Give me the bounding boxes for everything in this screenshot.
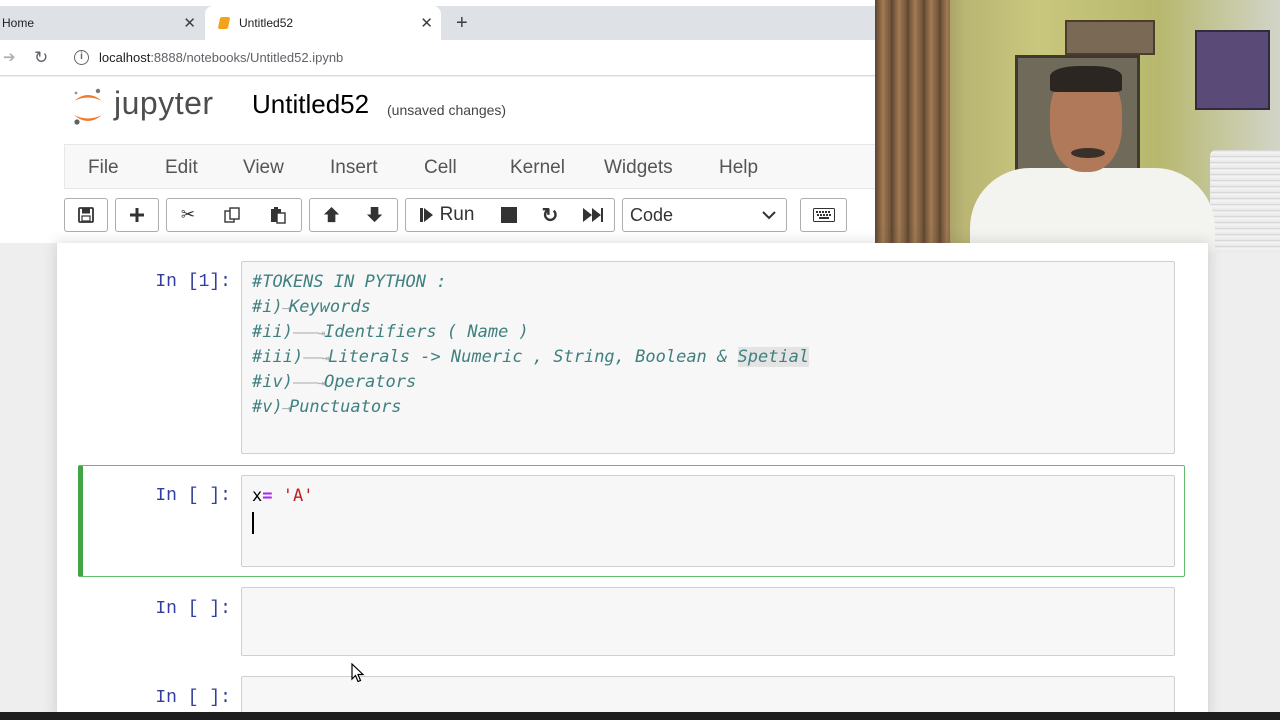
screen: Home ✕ Untitled52 ✕ + ➔ ↻ i localhost:88… — [0, 0, 1280, 720]
air-cooler — [1210, 150, 1280, 252]
menu-view[interactable]: View — [243, 157, 284, 179]
menu-widgets[interactable]: Widgets — [604, 157, 673, 179]
scissors-icon: ✂ — [180, 205, 196, 224]
interrupt-button[interactable] — [488, 198, 530, 232]
close-icon[interactable]: ✕ — [420, 14, 433, 32]
menu-cell[interactable]: Cell — [424, 157, 457, 179]
code-line-x: x= 'A' — [252, 486, 314, 506]
toolbar: ✂ Run ↻ Code — [0, 190, 875, 243]
cell-3-prompt: In [ ]: — [155, 599, 231, 619]
run-label: Run — [439, 204, 475, 225]
curtain — [875, 0, 950, 252]
menu-file[interactable]: File — [88, 157, 119, 179]
menu-edit[interactable]: Edit — [165, 157, 198, 179]
stop-icon — [500, 207, 517, 223]
restart-icon: ↻ — [541, 204, 559, 227]
reload-icon[interactable]: ↻ — [34, 48, 48, 68]
cell-4-prompt: In [ ]: — [155, 688, 231, 708]
save-button[interactable] — [64, 198, 108, 232]
menu-kernel[interactable]: Kernel — [510, 157, 565, 179]
move-down-button[interactable] — [353, 198, 398, 232]
url-host: localhost — [99, 50, 151, 65]
cell-1-prompt: In [1]: — [155, 272, 231, 292]
tab-home[interactable]: Home ✕ — [0, 6, 204, 40]
browser-tab-bar: Home ✕ Untitled52 ✕ + — [0, 6, 875, 40]
webcam-overlay — [875, 0, 1280, 252]
new-tab-plus-icon[interactable]: + — [456, 6, 468, 40]
tab-untitled52[interactable]: Untitled52 ✕ — [205, 6, 441, 40]
cell-1-input[interactable]: #TOKENS IN PYTHON : #i)⟶Keywords #ii)───… — [241, 261, 1175, 454]
restart-run-all-button[interactable] — [571, 198, 615, 232]
move-up-button[interactable] — [309, 198, 354, 232]
save-icon — [78, 207, 94, 223]
notebook-container: In [1]: #TOKENS IN PYTHON : #i)⟶Keywords… — [57, 243, 1208, 720]
keyboard-icon — [812, 208, 835, 222]
cell-type-value: Code — [630, 204, 674, 225]
jupyter-wordmark: jupyter — [114, 85, 214, 121]
code-line-1: #TOKENS IN PYTHON : — [252, 272, 447, 292]
text-cursor — [252, 512, 254, 534]
url-field[interactable]: localhost:8888/notebooks/Untitled52.ipyn… — [99, 50, 343, 65]
menubar: File Edit View Insert Cell Kernel Widget… — [0, 144, 875, 190]
cell-2-input[interactable]: x= 'A' — [241, 475, 1175, 567]
cell-3-input[interactable] — [241, 587, 1175, 656]
save-status: (unsaved changes) — [387, 102, 507, 118]
arrow-down-icon — [366, 206, 383, 223]
cut-button[interactable]: ✂ — [166, 198, 210, 232]
presenter-shirt — [970, 168, 1215, 252]
copy-icon — [224, 207, 240, 223]
menu-help[interactable]: Help — [719, 157, 758, 179]
wall-photo — [1065, 20, 1155, 55]
url-path: :8888/notebooks/Untitled52.ipynb — [150, 50, 344, 65]
cell-type-select[interactable]: Code — [622, 198, 787, 232]
jupyter-header: jupyter Untitled52 (unsaved changes) — [0, 77, 875, 144]
paste-icon — [271, 207, 286, 224]
cell-2-prompt: In [ ]: — [155, 486, 231, 506]
notebook-title[interactable]: Untitled52 — [252, 89, 369, 120]
presenter-hair — [1050, 66, 1122, 92]
code-line-3: #ii)────⇥Identifiers ( Name ) — [252, 322, 529, 342]
presenter-moustache — [1071, 148, 1105, 158]
run-button[interactable]: Run — [405, 198, 489, 232]
copy-button[interactable] — [209, 198, 256, 232]
address-bar: ➔ ↻ i localhost:8888/notebooks/Untitled5… — [0, 40, 875, 76]
code-line-4: #iii)───⇥Literals -> Numeric , String, B… — [252, 347, 810, 367]
insert-cell-button[interactable] — [115, 198, 159, 232]
highlighted-word: Spetial — [737, 347, 810, 367]
step-forward-icon — [419, 208, 433, 222]
forward-arrow-icon[interactable]: ➔ — [3, 48, 16, 66]
menubar-container: File Edit View Insert Cell Kernel Widget… — [64, 144, 875, 189]
fast-forward-icon — [582, 208, 603, 222]
plus-icon — [130, 208, 144, 222]
code-line-2: #i)⟶Keywords — [252, 297, 371, 317]
notebook-favicon-icon — [217, 17, 231, 29]
code-line-5: #iv)────⇥Operators — [252, 372, 417, 392]
bottom-bar — [0, 712, 1280, 720]
chevron-down-icon — [762, 211, 776, 220]
wall-poster — [1195, 30, 1270, 110]
tab-title: Untitled52 — [239, 16, 294, 30]
restart-kernel-button[interactable]: ↻ — [529, 198, 572, 232]
close-icon[interactable]: ✕ — [183, 14, 196, 32]
code-line-6: #v)⟶Punctuators — [252, 397, 402, 417]
info-icon[interactable]: i — [74, 50, 89, 65]
arrow-up-icon — [323, 206, 339, 223]
tab-title: Home — [2, 16, 35, 30]
mouse-pointer-icon — [351, 663, 365, 683]
command-palette-button[interactable] — [800, 198, 847, 232]
jupyter-logo-icon[interactable] — [72, 87, 104, 127]
menu-insert[interactable]: Insert — [330, 157, 378, 179]
paste-button[interactable] — [255, 198, 302, 232]
